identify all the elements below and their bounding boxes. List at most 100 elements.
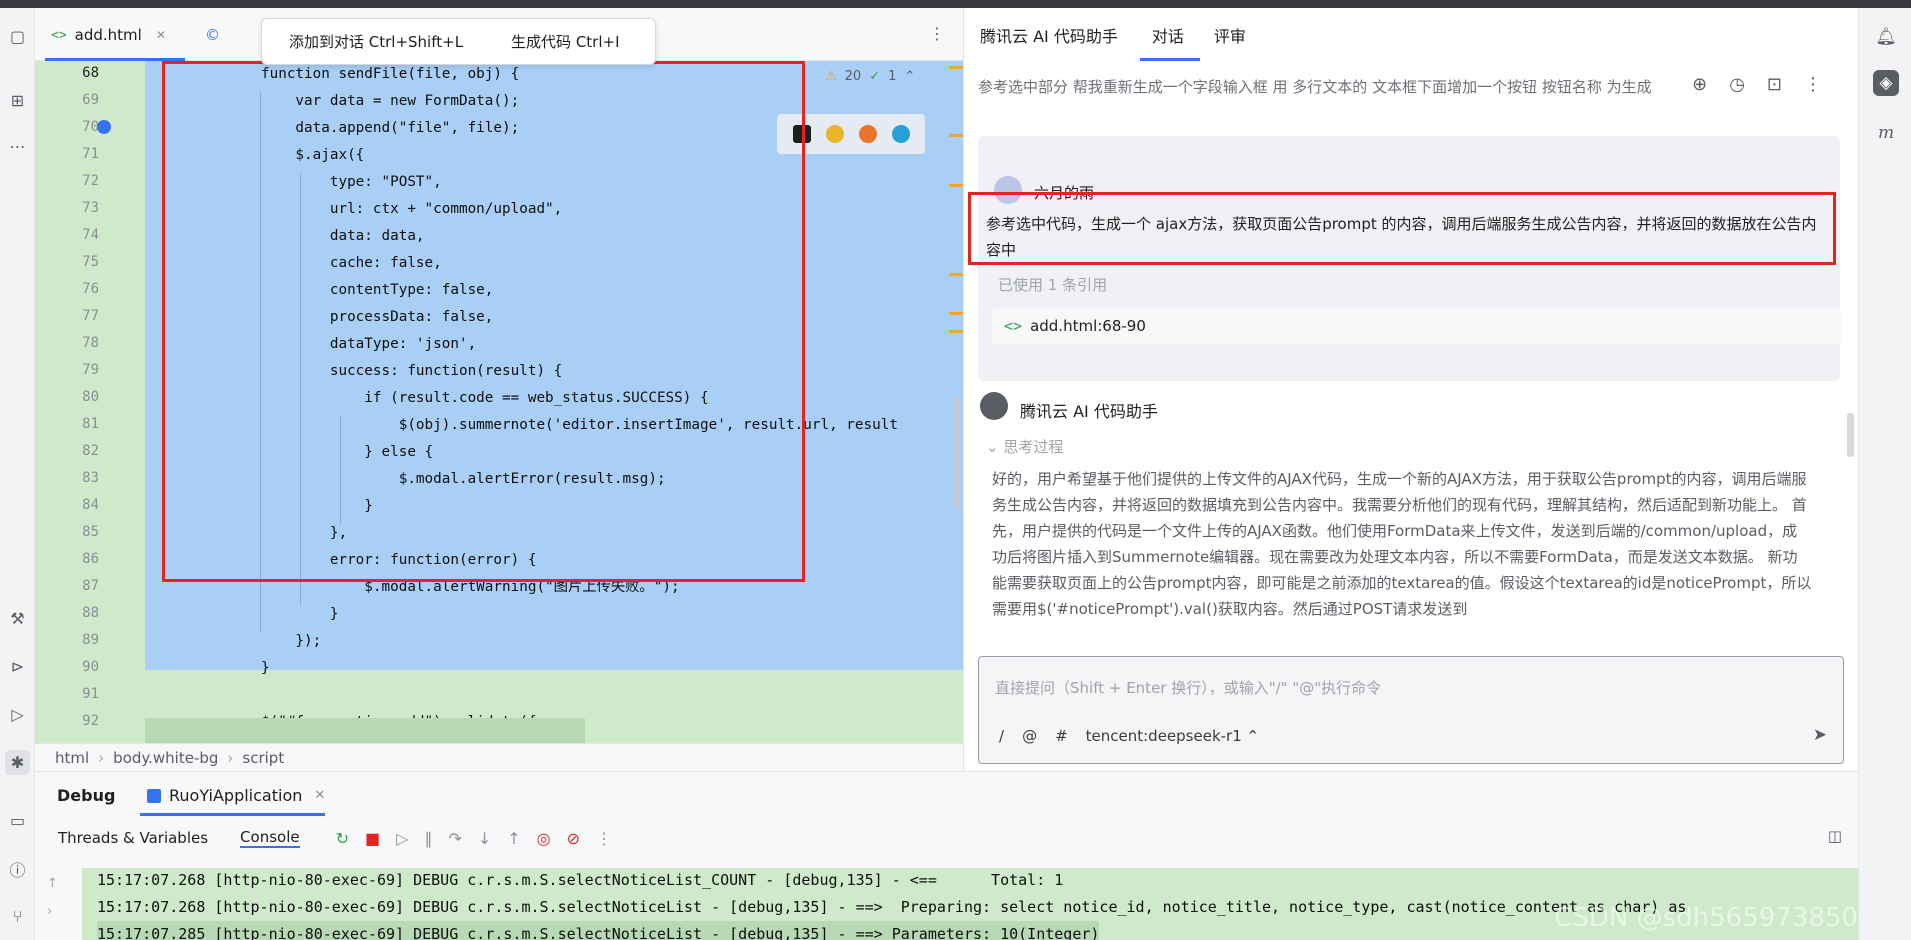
editor: <> add.html ✕ © ⋮ 添加到对话 Ctrl+Shift+L 生成代… <box>35 8 963 771</box>
folder-icon[interactable]: ▢ <box>5 24 30 49</box>
view-breakpoints-icon[interactable]: ◎ <box>537 829 551 848</box>
chat-input[interactable]: 直接提问（Shift + Enter 换行），或输入"/" "@"执行命令 / … <box>978 656 1844 764</box>
console-line: 15:17:07.285 [http-nio-80-exec-69] DEBUG… <box>97 921 1100 940</box>
firefox-icon[interactable] <box>858 125 877 143</box>
run-config-tab[interactable]: RuoYiApplication ✕ <box>147 786 325 805</box>
line-number: 70 <box>82 119 99 135</box>
step-out-icon[interactable]: ↑ <box>507 829 520 848</box>
terminal-icon[interactable]: ▭ <box>5 808 30 833</box>
hash-button[interactable]: # <box>1055 727 1068 745</box>
line-number: 73 <box>82 200 99 216</box>
scroll-marker <box>949 273 963 276</box>
line-number: 91 <box>82 686 99 702</box>
debug-icon[interactable]: ✱ <box>5 750 30 775</box>
more-tools-icon[interactable]: ⋯ <box>5 134 30 159</box>
hammer-icon[interactable]: ⚒ <box>5 606 30 631</box>
model-selector[interactable]: tencent:deepseek-r1 ⌃ <box>1086 727 1259 745</box>
breadcrumb-item[interactable]: body.white-bg <box>113 749 218 767</box>
problems-icon[interactable]: ⓘ <box>5 856 30 881</box>
chevron-right-icon[interactable]: › <box>47 904 52 919</box>
layout-icon[interactable]: ◫ <box>1828 827 1842 845</box>
edge-icon[interactable] <box>891 125 910 143</box>
code-line: } <box>261 606 339 622</box>
watermark: CSDN @sdh565973850 <box>1554 903 1858 933</box>
stop-icon[interactable]: ■ <box>365 829 380 848</box>
m-plugin-icon[interactable]: m <box>1873 120 1899 146</box>
more-options-icon[interactable]: ⋮ <box>929 24 945 43</box>
services-icon[interactable]: ⊳ <box>5 654 30 679</box>
line-gutter: 68 69 70 71 72 73 74 75 76 77 78 79 80 8… <box>35 61 145 743</box>
pause-icon[interactable]: ∥ <box>424 829 432 848</box>
check-icon: ✓ <box>869 69 881 84</box>
tab-add-html[interactable]: <> add.html ✕ <box>51 22 166 48</box>
breadcrumb-item[interactable]: html <box>55 749 89 767</box>
toolbox-icon[interactable]: ⊡ <box>1767 74 1782 95</box>
code-line: } <box>261 660 270 676</box>
ok-count: 1 <box>888 69 897 84</box>
line-number: 71 <box>82 146 99 162</box>
tab-threads-variables[interactable]: Threads & Variables <box>58 829 208 847</box>
step-into-icon[interactable]: ↓ <box>478 829 491 848</box>
input-tools: / @ # tencent:deepseek-r1 ⌃ <box>999 727 1259 745</box>
tab-second-file[interactable]: © <box>205 22 220 48</box>
debug-toolbar: ↻ ■ ▷ ∥ ↷ ↓ ↑ ◎ ⊘ ⋮ <box>336 829 612 848</box>
scroll-marker <box>949 312 963 315</box>
close-icon[interactable]: ✕ <box>314 788 325 803</box>
step-over-icon[interactable]: ↷ <box>448 829 461 848</box>
line-number: 76 <box>82 281 99 297</box>
structure-icon[interactable]: ⊞ <box>5 88 30 113</box>
line-number: 90 <box>82 659 99 675</box>
mention-button[interactable]: @ <box>1022 727 1037 745</box>
tab-review[interactable]: 评审 <box>1214 23 1246 47</box>
console-line: 15:17:07.268 [http-nio-80-exec-69] DEBUG… <box>97 871 1064 889</box>
generate-code-button[interactable]: 生成代码 Ctrl+I <box>511 31 619 52</box>
breadcrumb-item[interactable]: script <box>242 749 284 767</box>
active-tab-indicator <box>140 813 325 816</box>
new-chat-icon[interactable]: ⊕ <box>1692 74 1707 95</box>
line-number: 92 <box>82 713 99 729</box>
mute-breakpoints-icon[interactable]: ⊘ <box>567 829 580 848</box>
line-number: 77 <box>82 308 99 324</box>
chrome-icon[interactable] <box>825 125 844 143</box>
app-icon <box>147 788 161 803</box>
active-tab-indicator <box>1140 58 1200 61</box>
highlight-box-code <box>162 61 805 582</box>
close-icon[interactable]: ✕ <box>156 28 166 42</box>
line-number: 82 <box>82 443 99 459</box>
ai-assistant-icon[interactable]: ◈ <box>1873 70 1899 96</box>
notification-icon[interactable]: 🔔︎ <box>1873 24 1899 50</box>
chevron-up-icon: ⌃ <box>1246 727 1260 745</box>
window-top-strip <box>0 0 1911 8</box>
git-icon[interactable]: ⑂ <box>5 904 30 929</box>
chevron-up-icon[interactable]: ⌃ <box>904 69 915 84</box>
line-number: 81 <box>82 416 99 432</box>
line-number: 74 <box>82 227 99 243</box>
up-arrow-icon[interactable]: ↑ <box>47 876 58 891</box>
chevron-right-icon: › <box>227 748 234 767</box>
scroll-marker <box>949 184 963 187</box>
slash-command-button[interactable]: / <box>999 727 1004 745</box>
more-options-icon[interactable]: ⋮ <box>1804 74 1822 95</box>
line-number: 86 <box>82 551 99 567</box>
tab-console[interactable]: Console <box>240 828 300 848</box>
assistant-scrollbar[interactable] <box>1847 413 1854 457</box>
send-icon[interactable]: ➤ <box>1813 725 1827 745</box>
breakpoint-icon[interactable] <box>97 120 111 134</box>
console-line: 15:17:07.268 [http-nio-80-exec-69] DEBUG… <box>97 898 1687 916</box>
editor-scrollbar[interactable] <box>954 398 960 508</box>
assistant-title: 腾讯云 AI 代码助手 <box>980 26 1118 46</box>
thinking-toggle[interactable]: ⌄ 思考过程 <box>986 436 1063 457</box>
reference-item[interactable]: <> add.html:68-90 <box>992 308 1842 344</box>
tab-chat[interactable]: 对话 <box>1152 23 1184 47</box>
inspection-widget[interactable]: ⚠ 20 ✓ 1 ⌃ <box>825 69 915 84</box>
selection-popup: 添加到对话 Ctrl+Shift+L 生成代码 Ctrl+I <box>261 18 656 65</box>
warning-icon: ⚠ <box>825 69 837 84</box>
rerun-icon[interactable]: ↻ <box>336 829 349 848</box>
resume-icon[interactable]: ▷ <box>396 829 408 848</box>
more-options-icon[interactable]: ⋮ <box>596 829 612 848</box>
line-number: 75 <box>82 254 99 270</box>
history-icon[interactable]: ◷ <box>1729 74 1745 95</box>
copyright-icon: © <box>205 26 220 44</box>
run-icon[interactable]: ▷ <box>5 702 30 727</box>
add-to-chat-button[interactable]: 添加到对话 Ctrl+Shift+L <box>289 31 463 52</box>
